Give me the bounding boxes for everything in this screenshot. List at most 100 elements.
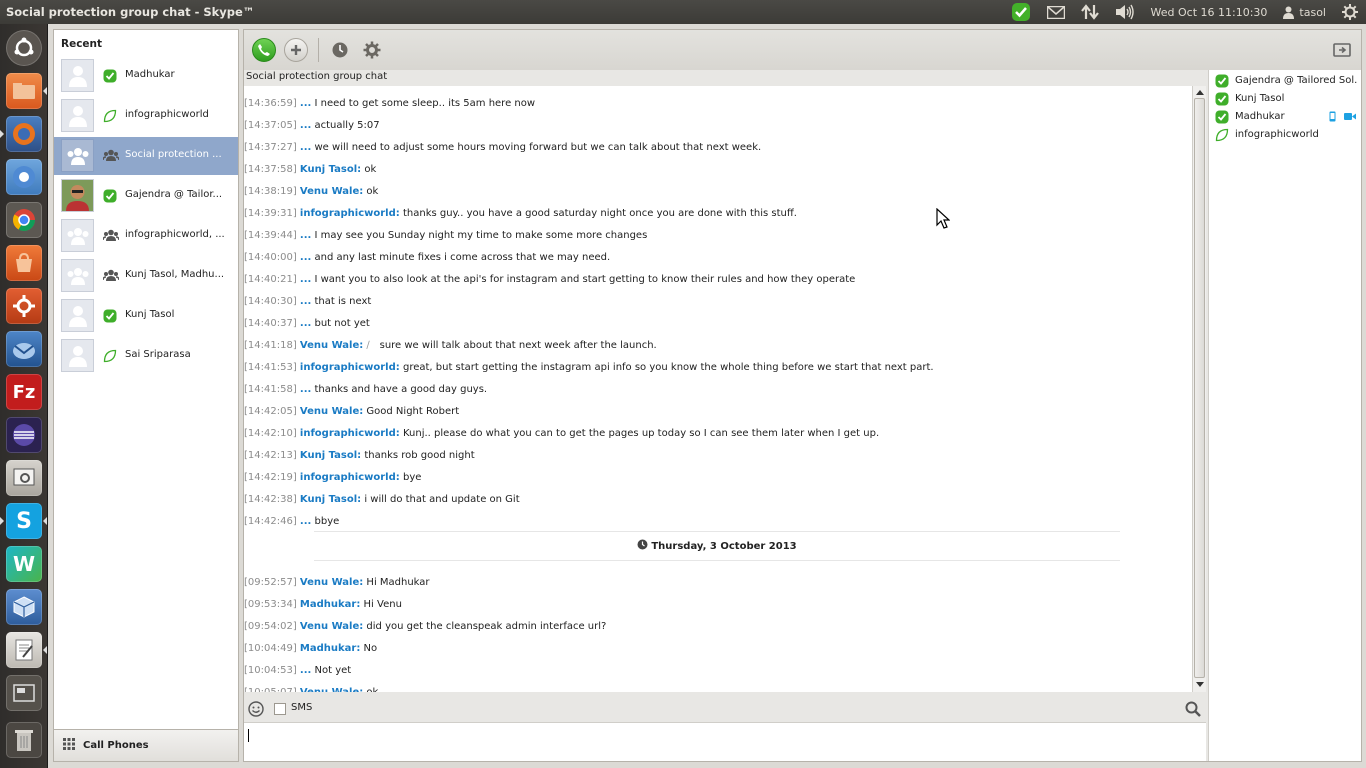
message-text: thanks guy.. you have a good saturday ni…	[402, 208, 797, 219]
message-author[interactable]: Kunj Tasol:	[300, 450, 361, 461]
contact-item[interactable]: Madhukar	[54, 57, 238, 95]
call-phones-button[interactable]: Call Phones	[54, 729, 238, 761]
message-author[interactable]: infographicworld:	[300, 208, 400, 219]
message-author[interactable]: Kunj Tasol:	[300, 494, 361, 505]
status-icon	[1215, 92, 1229, 106]
message-author[interactable]: ...	[300, 142, 311, 153]
message-author[interactable]: Venu Wale:	[300, 340, 363, 351]
message-text: Kunj.. please do what you can to get the…	[402, 428, 880, 439]
eclipse-icon[interactable]	[6, 417, 42, 453]
message-timestamp: [09:52:57]	[244, 577, 297, 588]
firefox-icon[interactable]	[6, 116, 42, 152]
message-author[interactable]: Venu Wale:	[300, 577, 363, 588]
user-indicator[interactable]: tasol	[1275, 0, 1334, 24]
compose-toolbar: SMS	[244, 696, 1206, 722]
message-timestamp: [14:37:58]	[244, 164, 297, 175]
message-author[interactable]: ...	[300, 384, 311, 395]
scroll-down-arrow[interactable]	[1196, 682, 1204, 687]
files-icon[interactable]	[6, 73, 42, 109]
scroll-up-arrow[interactable]	[1196, 90, 1204, 95]
contact-item[interactable]: Gajendra @ Tailor...	[54, 177, 238, 215]
message-author[interactable]: ...	[300, 230, 311, 241]
message-timestamp: [14:39:31]	[244, 208, 297, 219]
contact-item[interactable]: Social protection ...	[54, 137, 238, 175]
participant-item[interactable]: infographicworld	[1209, 126, 1361, 144]
message-author[interactable]: Venu Wale:	[300, 687, 363, 692]
software-center-icon[interactable]	[6, 245, 42, 281]
group-icon	[102, 229, 120, 243]
message-author[interactable]: ...	[300, 665, 311, 676]
message-author[interactable]: infographicworld:	[300, 362, 400, 373]
virtualbox-icon[interactable]	[6, 589, 42, 625]
skype-status-icon[interactable]	[1003, 0, 1039, 24]
text-editor-icon[interactable]	[6, 632, 42, 668]
message-author[interactable]: Madhukar:	[300, 599, 360, 610]
message-text: sure we will talk about that next week a…	[379, 340, 657, 351]
workspace-switcher-icon[interactable]	[6, 675, 42, 711]
chat-message: [09:54:02] Venu Wale: did you get the cl…	[244, 619, 606, 635]
contact-item[interactable]: infographicworld, ...	[54, 217, 238, 255]
message-author[interactable]: Kunj Tasol:	[300, 164, 361, 175]
contact-item[interactable]: Sai Sriparasa	[54, 337, 238, 375]
settings-button[interactable]	[360, 38, 384, 62]
status-icon	[103, 189, 117, 203]
participant-item[interactable]: Gajendra @ Tailored Sol...	[1209, 72, 1361, 90]
message-author[interactable]: ...	[300, 252, 311, 263]
group-icon	[102, 269, 120, 283]
system-tools-icon[interactable]	[6, 460, 42, 496]
message-author[interactable]: Venu Wale:	[300, 186, 363, 197]
chrome-icon[interactable]	[6, 202, 42, 238]
datetime-indicator[interactable]: Wed Oct 16 11:10:30	[1143, 0, 1276, 24]
emoticon-button[interactable]	[248, 701, 264, 717]
message-text: thanks and have a good day guys.	[314, 384, 488, 395]
message-author[interactable]: ...	[300, 296, 311, 307]
message-timestamp: [14:42:05]	[244, 406, 297, 417]
call-button[interactable]	[252, 38, 276, 62]
contact-item[interactable]: Kunj Tasol, Madhu...	[54, 257, 238, 295]
thunderbird-icon[interactable]	[6, 331, 42, 367]
mail-icon[interactable]	[1039, 0, 1073, 24]
status-icon	[103, 349, 117, 363]
message-author[interactable]: ...	[300, 98, 311, 109]
history-button[interactable]	[328, 38, 352, 62]
network-icon[interactable]	[1073, 0, 1107, 24]
contact-item[interactable]: Kunj Tasol	[54, 297, 238, 335]
scroll-thumb[interactable]	[1194, 98, 1205, 678]
chat-history[interactable]: [14:36:59] ... I need to get some sleep.…	[244, 86, 1192, 692]
skype-icon[interactable]: S	[6, 503, 42, 539]
message-author[interactable]: infographicworld:	[300, 428, 400, 439]
conversation-toolbar	[244, 30, 1361, 70]
contact-item[interactable]: infographicworld	[54, 97, 238, 135]
gear-icon[interactable]	[1334, 0, 1366, 24]
message-author[interactable]: ...	[300, 318, 311, 329]
participant-item[interactable]: Madhukar	[1209, 108, 1361, 126]
message-author[interactable]: Madhukar:	[300, 643, 360, 654]
add-people-button[interactable]	[284, 38, 308, 62]
message-author[interactable]: Venu Wale:	[300, 621, 363, 632]
message-timestamp: [14:37:05]	[244, 120, 297, 131]
status-icon	[1215, 128, 1229, 142]
webstorm-icon[interactable]: W	[6, 546, 42, 582]
message-author[interactable]: Venu Wale:	[300, 406, 363, 417]
dash-icon[interactable]	[6, 30, 42, 66]
chat-message: [14:40:00] ... and any last minute fixes…	[244, 250, 610, 266]
system-settings-icon[interactable]	[6, 288, 42, 324]
message-author[interactable]: ...	[300, 274, 311, 285]
message-author[interactable]: infographicworld:	[300, 472, 400, 483]
chromium-icon[interactable]	[6, 159, 42, 195]
trash-icon[interactable]	[6, 722, 42, 758]
participant-item[interactable]: Kunj Tasol	[1209, 90, 1361, 108]
chat-scrollbar[interactable]	[1192, 86, 1206, 692]
message-author[interactable]: ...	[300, 120, 311, 131]
status-icon	[103, 109, 117, 123]
volume-icon[interactable]	[1107, 0, 1143, 24]
undock-button[interactable]	[1330, 38, 1354, 62]
message-input[interactable]	[244, 722, 1206, 761]
filezilla-icon[interactable]: Fz	[6, 374, 42, 410]
search-button[interactable]	[1185, 701, 1201, 717]
message-author[interactable]: ...	[300, 516, 311, 527]
sms-checkbox[interactable]	[274, 703, 286, 715]
conversation-window: Social protection group chat [14:36:59] …	[243, 29, 1362, 762]
message-timestamp: [10:04:49]	[244, 643, 297, 654]
participant-name: Gajendra @ Tailored Sol...	[1235, 75, 1357, 86]
